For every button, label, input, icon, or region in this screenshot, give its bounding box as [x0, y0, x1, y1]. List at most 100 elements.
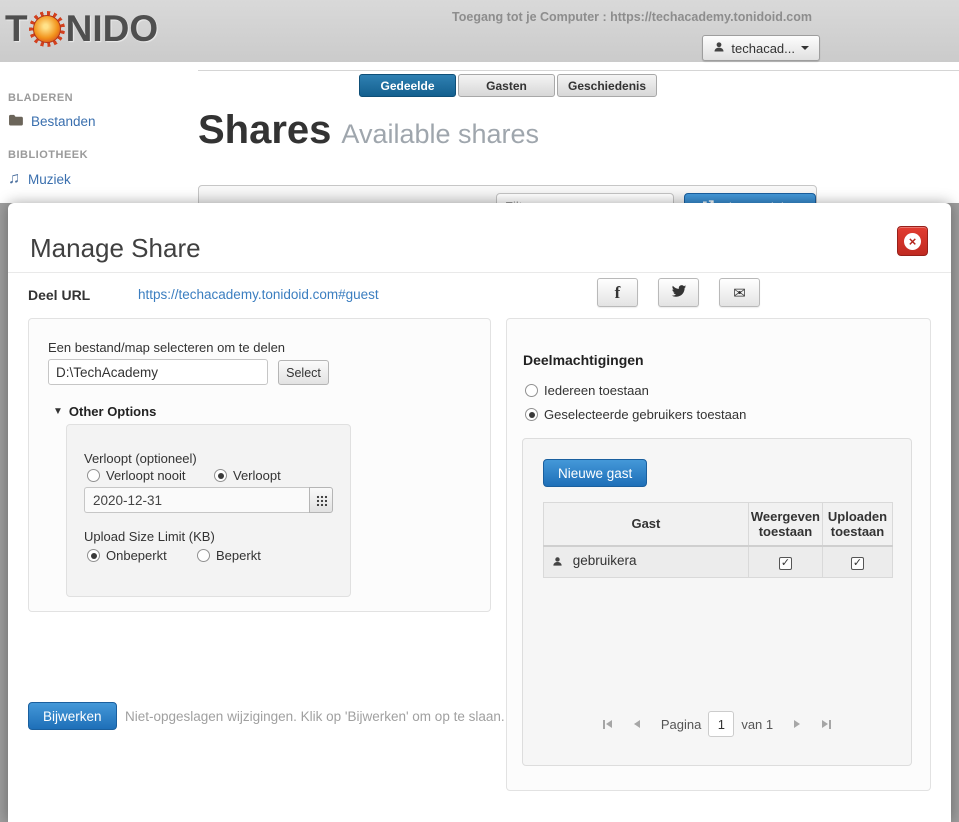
tab-gasten[interactable]: Gasten	[458, 74, 555, 97]
facebook-icon: f	[614, 282, 621, 302]
bar-icon	[828, 719, 831, 729]
sidebar-section-library: BIBLIOTHEEK	[8, 149, 89, 161]
prev-page-button[interactable]	[626, 713, 648, 735]
radio-label: Onbeperkt	[106, 548, 167, 563]
sidebar-item-files[interactable]: Bestanden	[0, 108, 198, 135]
update-button[interactable]: Bijwerken	[28, 702, 117, 730]
folder-icon	[8, 114, 23, 129]
share-url-label: Deel URL	[28, 287, 91, 303]
view-allowed-checkbox[interactable]: ✓	[778, 556, 792, 570]
check-icon: ✓	[780, 556, 791, 569]
page-of-label: van 1	[741, 716, 774, 732]
guest-box: Nieuwe gast Gast Weergeven toestaan Uplo…	[522, 438, 912, 766]
arrow-left-icon	[633, 720, 640, 728]
radio-icon	[197, 549, 210, 562]
sidebar-item-label: Bestanden	[31, 114, 96, 129]
pagination: Pagina van 1	[523, 711, 911, 737]
guest-table: Gast Weergeven toestaan Uploaden toestaa…	[543, 502, 893, 578]
unsaved-changes-text: Niet-opgeslagen wijzigingen. Klik op 'Bi…	[125, 709, 505, 724]
header-bar: T NIDO Toegang tot je Computer : https:/…	[0, 0, 959, 62]
modal-divider	[8, 272, 951, 273]
upload-column-header: Uploaden toestaan	[822, 502, 893, 547]
social-share-buttons: f ✉	[597, 278, 760, 307]
expires-radio[interactable]: Verloopt	[214, 468, 281, 483]
expire-date-group	[84, 487, 333, 513]
close-button[interactable]: ×	[897, 226, 928, 256]
page-title: Shares Available shares	[198, 108, 539, 153]
guest-row: gebruikera ✓ ✓	[543, 545, 893, 578]
logo-text-t: T	[5, 8, 28, 49]
radio-checked-icon	[214, 469, 227, 482]
sidebar-item-label: Muziek	[28, 171, 71, 187]
user-menu-label: techacad...	[731, 40, 795, 56]
twitter-share-button[interactable]	[658, 278, 699, 307]
permissions-panel: Deelmachtigingen Iedereen toestaan Gesel…	[506, 318, 931, 791]
upload-limit-label: Upload Size Limit (KB)	[84, 529, 215, 544]
select-file-button[interactable]: Select	[278, 360, 329, 385]
radio-icon	[87, 469, 100, 482]
page-subtitle-text: Available shares	[341, 119, 540, 149]
twitter-icon	[671, 284, 687, 301]
guest-column-header: Gast	[543, 502, 749, 547]
close-icon: ×	[904, 232, 921, 250]
logo-text: NIDO	[65, 8, 159, 49]
first-page-button[interactable]	[597, 713, 619, 735]
bar-icon	[603, 719, 606, 729]
calendar-icon	[315, 494, 327, 506]
new-guest-button[interactable]: Nieuwe gast	[543, 459, 648, 487]
file-select-label: Een bestand/map selecteren om te delen	[48, 340, 286, 355]
limited-radio[interactable]: Beperkt	[197, 548, 261, 563]
guest-table-header-row: Gast Weergeven toestaan Uploaden toestaa…	[543, 502, 893, 547]
tonido-logo[interactable]: T NIDO	[5, 8, 158, 50]
radio-label: Verloopt	[233, 468, 281, 483]
allow-selected-radio[interactable]: Geselecteerde gebruikers toestaan	[525, 407, 746, 422]
next-page-button[interactable]	[786, 713, 808, 735]
music-icon: ♫	[8, 170, 20, 187]
radio-checked-icon	[87, 549, 100, 562]
permissions-title: Deelmachtigingen	[523, 352, 644, 368]
facebook-share-button[interactable]: f	[597, 278, 638, 307]
mail-icon: ✉	[733, 284, 746, 302]
page-input[interactable]	[708, 711, 735, 737]
user-icon	[713, 41, 725, 56]
sidebar: BLADEREN Bestanden BIBLIOTHEEK ♫ Muziek	[0, 62, 198, 193]
sidebar-item-music[interactable]: ♫ Muziek	[0, 165, 198, 193]
caret-down-icon	[801, 46, 809, 50]
radio-label: Verloopt nooit	[106, 468, 186, 483]
page-label: Pagina	[660, 716, 702, 732]
radio-label: Geselecteerde gebruikers toestaan	[544, 407, 747, 422]
share-url-link[interactable]: https://techacademy.tonidoid.com#guest	[138, 287, 379, 302]
last-page-button[interactable]	[815, 713, 837, 735]
tab-gedeelde[interactable]: Gedeelde	[359, 74, 456, 97]
arrow-right-icon	[794, 720, 801, 728]
upload-allowed-checkbox[interactable]: ✓	[851, 557, 864, 570]
email-share-button[interactable]: ✉	[719, 278, 760, 307]
other-options-toggle[interactable]: ▼ Other Options	[53, 404, 156, 419]
user-menu-button[interactable]: techacad...	[702, 35, 820, 61]
tabs: Gedeelde Gasten Geschiedenis	[359, 74, 658, 97]
file-selection-panel: Een bestand/map selecteren om te delen S…	[28, 318, 491, 612]
arrow-left-icon	[606, 720, 613, 728]
expires-never-radio[interactable]: Verloopt nooit	[87, 468, 186, 483]
expires-label: Verloopt (optioneel)	[84, 451, 197, 466]
allow-everyone-radio[interactable]: Iedereen toestaan	[525, 383, 649, 398]
unlimited-radio[interactable]: Onbeperkt	[87, 548, 167, 563]
radio-label: Iedereen toestaan	[544, 383, 649, 398]
guest-name: gebruikera	[572, 553, 637, 569]
options-box: Verloopt (optioneel) Verloopt nooit Verl…	[66, 424, 351, 597]
arrow-right-icon	[821, 720, 828, 728]
other-options-label: Other Options	[68, 404, 157, 419]
sidebar-section-browse: BLADEREN	[8, 92, 74, 104]
guest-user-icon	[552, 555, 563, 570]
radio-checked-icon	[525, 408, 538, 421]
page-title-text: Shares	[198, 108, 332, 152]
radio-label: Beperkt	[216, 548, 261, 563]
expire-date-input[interactable]	[84, 487, 309, 513]
tab-geschiedenis[interactable]: Geschiedenis	[557, 74, 658, 97]
collapse-arrow-icon: ▼	[53, 406, 63, 417]
view-column-header: Weergeven toestaan	[747, 502, 824, 547]
modal-title: Manage Share	[30, 233, 201, 263]
sun-icon	[28, 11, 65, 47]
calendar-button[interactable]	[309, 487, 333, 513]
file-path-input[interactable]	[48, 359, 268, 385]
